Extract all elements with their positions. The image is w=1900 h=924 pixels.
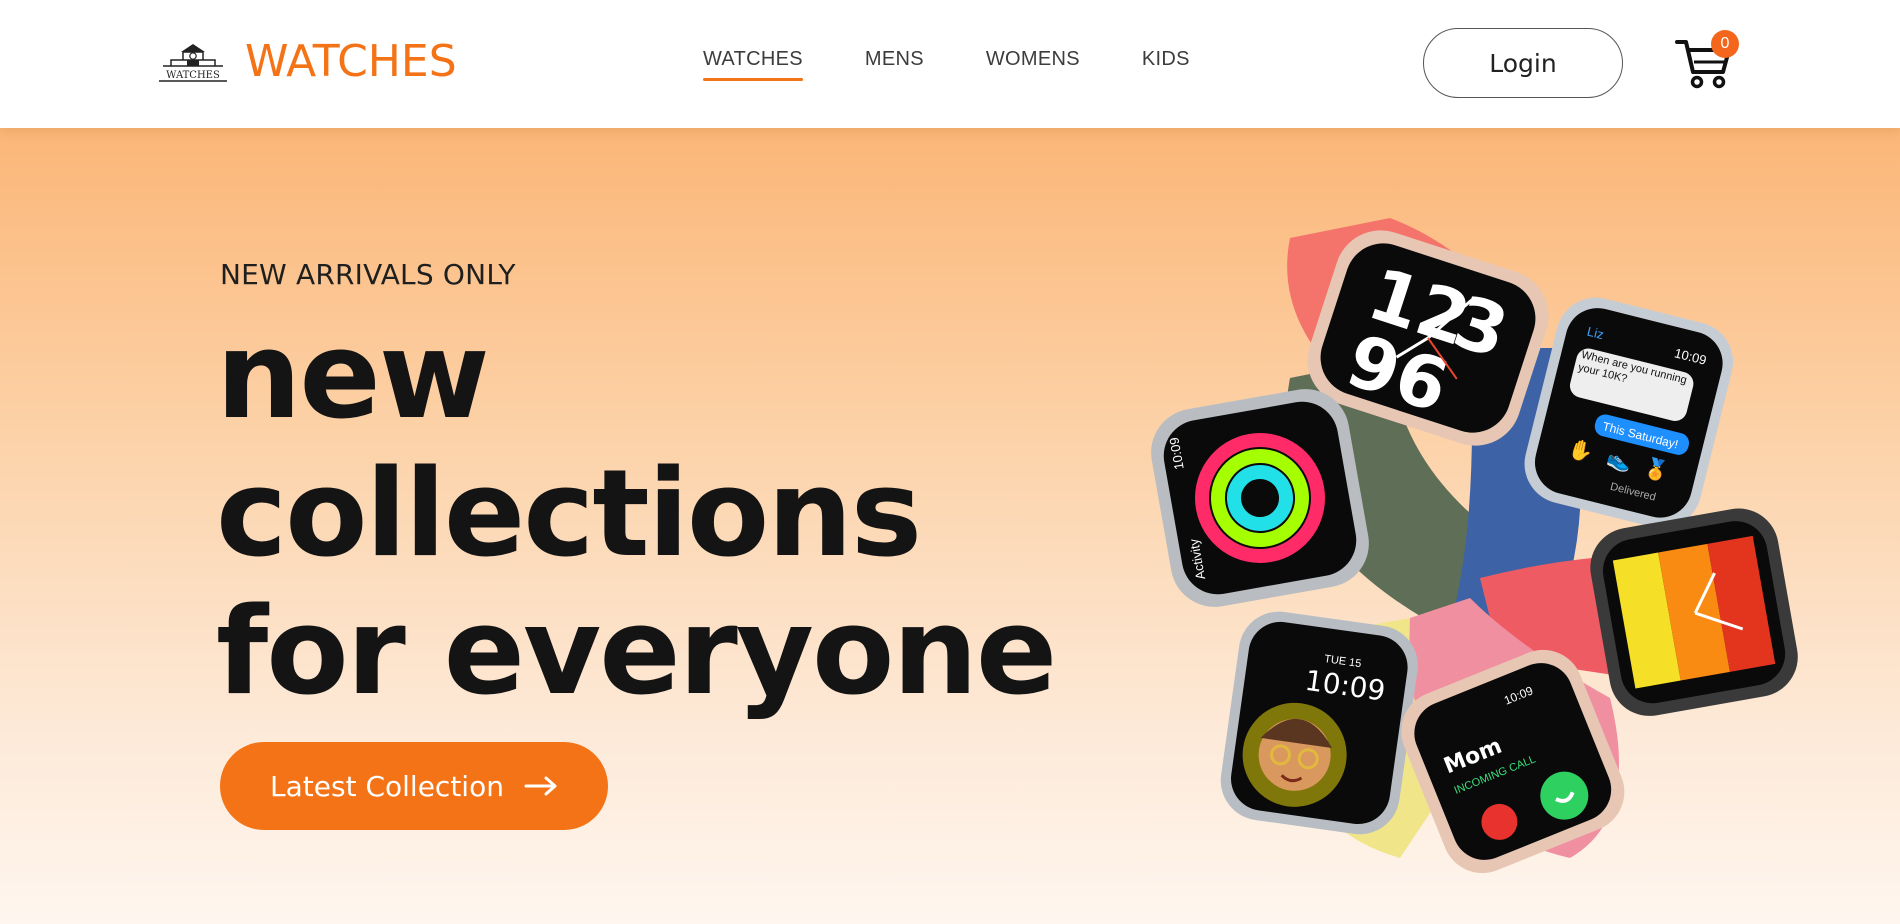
watch-messages: Liz 10:09 When are you running your 10K?… xyxy=(1524,297,1734,529)
brand-logo[interactable]: WATCHES WATCHES xyxy=(157,36,457,87)
main-nav: WATCHES MENS WOMENS KIDS xyxy=(703,48,1190,81)
cart-button[interactable]: 0 xyxy=(1675,30,1739,94)
brand-name: WATCHES xyxy=(245,36,457,87)
headline-line-3: for everyone xyxy=(216,583,1057,722)
cta-label: Latest Collection xyxy=(270,769,504,803)
nav-item-mens[interactable]: MENS xyxy=(865,48,924,81)
arrow-right-icon xyxy=(524,776,557,796)
watch-stripes xyxy=(1590,508,1798,716)
watch-memoji: TUE 15 10:09 xyxy=(1220,611,1418,835)
headline-line-1: new xyxy=(216,307,490,446)
headline-line-2: collections xyxy=(216,445,922,584)
logo-caption: WATCHES xyxy=(166,70,220,81)
nav-item-womens[interactable]: WOMENS xyxy=(986,48,1080,81)
top-header: WATCHES WATCHES WATCHES MENS WOMENS KIDS… xyxy=(0,0,1900,128)
hero-eyebrow: NEW ARRIVALS ONLY xyxy=(220,258,516,291)
login-button[interactable]: Login xyxy=(1423,28,1623,98)
cart-count-badge: 0 xyxy=(1711,30,1739,58)
watches-collage-image: 12 3 96 Liz 10:09 When are you running y… xyxy=(1151,218,1798,874)
clock-tower-logo-icon: WATCHES xyxy=(159,43,227,82)
latest-collection-button[interactable]: Latest Collection xyxy=(220,742,608,830)
hero-section: NEW ARRIVALS ONLY new collections for ev… xyxy=(0,128,1900,924)
watch-activity: 10:09 Activity xyxy=(1151,389,1369,607)
nav-item-kids[interactable]: KIDS xyxy=(1142,48,1190,81)
hero-headline: new collections for everyone xyxy=(216,307,1057,722)
nav-item-watches[interactable]: WATCHES xyxy=(703,48,803,81)
